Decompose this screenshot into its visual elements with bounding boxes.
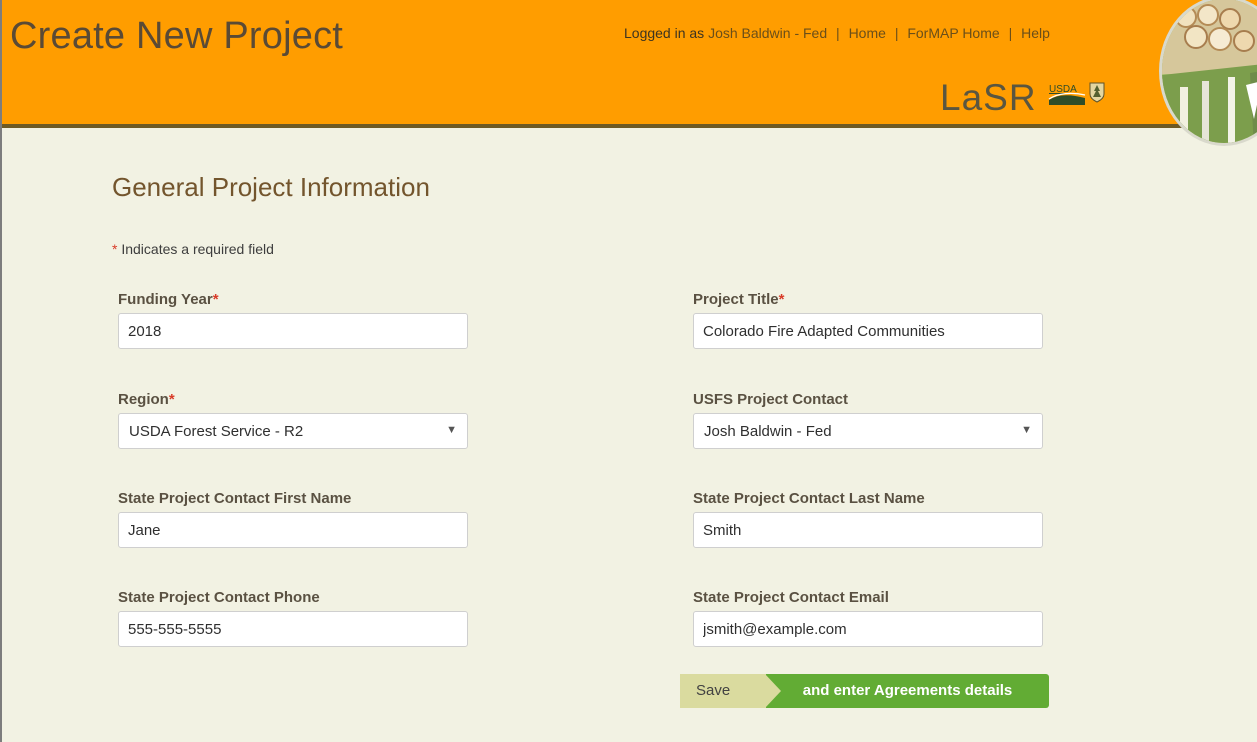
region-select[interactable]: USDA Forest Service - R2 ▼ <box>118 413 468 449</box>
state-contact-phone-input[interactable] <box>118 611 468 647</box>
save-button[interactable]: Save <box>680 674 766 708</box>
region-selected-value: USDA Forest Service - R2 <box>129 423 304 440</box>
project-title-label: Project Title* <box>693 291 785 308</box>
page-title: Create New Project <box>10 15 344 57</box>
dropdown-arrow-icon: ▼ <box>1021 424 1032 436</box>
forest-service-shield-icon <box>1089 82 1105 103</box>
required-field-note: * Indicates a required field <box>112 241 274 257</box>
state-contact-email-input[interactable] <box>693 611 1043 647</box>
usda-logo-icon: USDA <box>1048 84 1086 105</box>
usfs-contact-field: USFS Project Contact Josh Baldwin - Fed … <box>693 391 1045 449</box>
help-link[interactable]: Help <box>1021 25 1050 41</box>
save-and-continue-button-group: Save and enter Agreements details <box>680 674 1055 708</box>
lasr-brand: LaSR USDA <box>940 76 1140 118</box>
state-contact-phone-field: State Project Contact Phone <box>118 589 470 647</box>
main-content: General Project Information * Indicates … <box>2 128 1257 742</box>
state-contact-email-label: State Project Contact Email <box>693 589 889 606</box>
usfs-contact-label: USFS Project Contact <box>693 391 849 408</box>
usfs-contact-selected-value: Josh Baldwin - Fed <box>704 423 832 440</box>
nav-separator: | <box>1008 25 1013 41</box>
state-contact-email-field: State Project Contact Email <box>693 589 1045 647</box>
nav-separator: | <box>836 25 840 41</box>
required-note-text: Indicates a required field <box>121 241 274 257</box>
formap-home-link[interactable]: ForMAP Home <box>907 25 999 41</box>
funding-year-label: Funding Year* <box>118 291 219 308</box>
required-indicator: * <box>112 241 118 257</box>
state-contact-first-name-input[interactable] <box>118 512 468 548</box>
usfs-contact-select[interactable]: Josh Baldwin - Fed ▼ <box>693 413 1043 449</box>
state-contact-first-name-field: State Project Contact First Name <box>118 490 470 548</box>
nav-separator: | <box>894 25 899 41</box>
project-title-field: Project Title* <box>693 291 1045 349</box>
funding-year-field: Funding Year* <box>118 291 470 349</box>
lasr-logo-text: LaSR <box>940 77 1037 118</box>
project-title-input[interactable] <box>693 313 1043 349</box>
state-contact-last-name-input[interactable] <box>693 512 1043 548</box>
state-contact-last-name-field: State Project Contact Last Name <box>693 490 1045 548</box>
dropdown-arrow-icon: ▼ <box>446 424 457 436</box>
required-indicator: * <box>778 291 785 308</box>
forest-photo-collage-icon <box>1159 0 1257 146</box>
region-field: Region* USDA Forest Service - R2 ▼ <box>118 391 470 449</box>
app-window: Create New Project Logged in as Josh Bal… <box>0 0 1257 742</box>
state-contact-first-name-label: State Project Contact First Name <box>118 490 352 507</box>
required-indicator: * <box>212 291 219 308</box>
region-label: Region* <box>118 391 175 408</box>
top-navigation: Logged in as Josh Baldwin - Fed | Home |… <box>624 25 1050 41</box>
section-title: General Project Information <box>112 172 430 202</box>
enter-agreements-details-button[interactable]: and enter Agreements details <box>765 674 1049 708</box>
state-contact-phone-label: State Project Contact Phone <box>118 589 320 606</box>
logged-in-user-link[interactable]: Josh Baldwin - Fed <box>708 25 827 41</box>
state-contact-last-name-label: State Project Contact Last Name <box>693 490 925 507</box>
required-indicator: * <box>168 391 175 408</box>
page-header: Create New Project Logged in as Josh Bal… <box>2 0 1257 146</box>
logged-in-prefix: Logged in as <box>624 25 709 41</box>
funding-year-input[interactable] <box>118 313 468 349</box>
home-link[interactable]: Home <box>849 25 886 41</box>
